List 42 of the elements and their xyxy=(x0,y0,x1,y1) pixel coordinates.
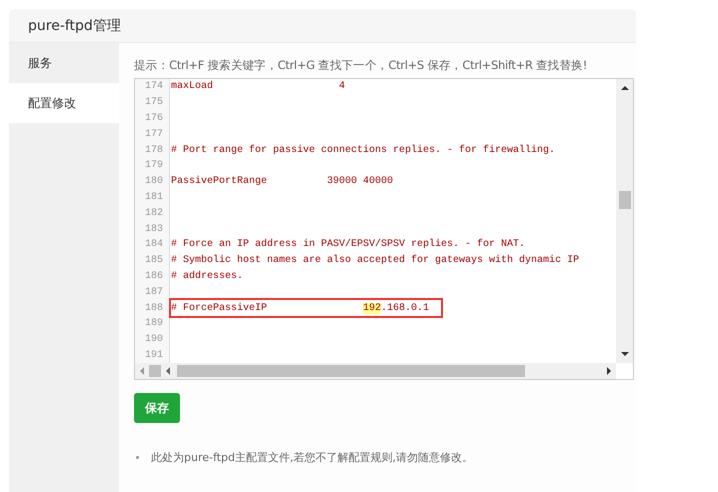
line-number: 179 xyxy=(144,160,163,172)
code-line: # addresses. xyxy=(170,270,244,282)
down-arrow-icon[interactable] xyxy=(620,351,628,357)
code-line: # Symbolic host names are also accepted for gateways with dynamic IP xyxy=(170,255,580,266)
line-number: 177 xyxy=(144,128,163,140)
scrollbar-thumb[interactable] xyxy=(177,365,525,377)
line-number: 183 xyxy=(144,224,163,235)
sidebar-item[interactable]: 服务 xyxy=(9,43,119,83)
code-line: # Force an IP address in PASV/EPSV/SPSV replies. - for NAT. xyxy=(170,239,526,250)
code-line: # ForcePassiveIP 192.168.0.1 xyxy=(170,302,430,314)
line-number: 190 xyxy=(144,334,163,346)
right-arrow-icon[interactable] xyxy=(606,367,612,375)
code-editor[interactable] xyxy=(134,78,634,380)
line-number: 185 xyxy=(144,255,163,266)
line-number: 175 xyxy=(144,97,163,108)
horizontal-scrollbar[interactable] xyxy=(135,363,633,379)
hint-text: 提示：Ctrl+F 搜索关键字，Ctrl+G 查找下一个，Ctrl+S 保存，Ctrl+Shift+R 查找替换! xyxy=(134,58,588,74)
note-text: 此处为pure-ftpd主配置文件,若您不了解配置规则,请勿随意修改。 xyxy=(151,450,473,465)
up-arrow-icon[interactable] xyxy=(620,85,628,91)
panel-title: pure-ftpd管理 xyxy=(28,16,121,34)
line-number: 184 xyxy=(144,239,163,250)
line-number: 176 xyxy=(144,112,163,124)
line-number: 187 xyxy=(144,286,163,298)
code-line: maxLoad 4 xyxy=(170,81,346,92)
left-arrow-icon[interactable] xyxy=(165,367,171,375)
sidebar-item[interactable]: 配置修改 xyxy=(9,83,119,123)
code-line: PassivePortRange 39000 40000 xyxy=(170,176,394,188)
line-number: 181 xyxy=(144,192,163,203)
line-number: 174 xyxy=(144,81,163,92)
vertical-scrollbar[interactable] xyxy=(616,79,633,363)
scrollbar-corner xyxy=(616,363,633,379)
scrollbar-block xyxy=(149,365,161,377)
line-number: 191 xyxy=(144,350,163,361)
line-number: 189 xyxy=(144,318,163,330)
line-number: 180 xyxy=(144,176,163,188)
scrollbar-thumb[interactable] xyxy=(619,191,631,209)
line-number: 188 xyxy=(144,302,163,314)
line-number: 186 xyxy=(144,270,163,282)
line-number: 178 xyxy=(144,144,163,156)
line-number: 182 xyxy=(144,208,163,219)
left-arrow-icon[interactable] xyxy=(139,367,145,375)
code-line: # Port range for passive connections replies. - for firewalling. xyxy=(170,144,556,156)
